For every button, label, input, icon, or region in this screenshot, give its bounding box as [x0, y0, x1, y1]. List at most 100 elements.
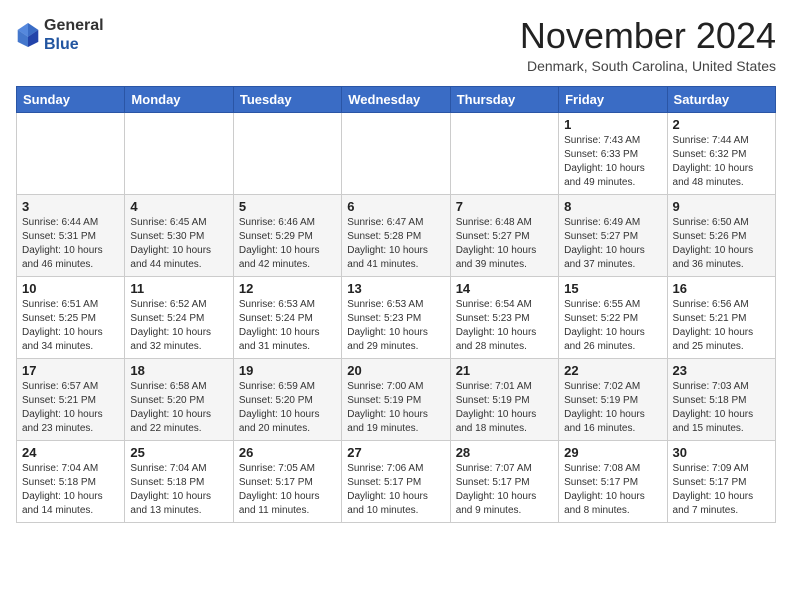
logo-general: General [44, 16, 104, 35]
title-block: November 2024 Denmark, South Carolina, U… [520, 16, 776, 74]
calendar-cell [17, 112, 125, 194]
weekday-header: Wednesday [342, 86, 450, 112]
calendar-cell: 9Sunrise: 6:50 AM Sunset: 5:26 PM Daylig… [667, 194, 775, 276]
day-info: Sunrise: 6:52 AM Sunset: 5:24 PM Dayligh… [130, 298, 227, 354]
day-info: Sunrise: 6:47 AM Sunset: 5:28 PM Dayligh… [347, 216, 444, 272]
calendar-cell: 17Sunrise: 6:57 AM Sunset: 5:21 PM Dayli… [17, 358, 125, 440]
day-info: Sunrise: 7:04 AM Sunset: 5:18 PM Dayligh… [22, 462, 119, 518]
day-info: Sunrise: 7:00 AM Sunset: 5:19 PM Dayligh… [347, 380, 444, 436]
weekday-header: Thursday [450, 86, 558, 112]
calendar-cell: 5 Sunrise: 6:46 AM Sunset: 5:29 PM Daylig… [233, 194, 341, 276]
calendar-cell: 15 Sunrise: 6:55 AM Sunset: 5:22 PM Dayli… [559, 276, 667, 358]
calendar-cell [233, 112, 341, 194]
calendar-week-row: 24 Sunrise: 7:04 AM Sunset: 5:18 PM Dayli… [17, 440, 776, 522]
day-info: Sunrise: 7:43 AM Sunset: 6:33 PM Dayligh… [564, 134, 661, 190]
weekday-header: Sunday [17, 86, 125, 112]
calendar-cell: 11 Sunrise: 6:52 AM Sunset: 5:24 PM Dayli… [125, 276, 233, 358]
day-number: 1 [564, 117, 661, 132]
calendar-cell: 14Sunrise: 6:54 AM Sunset: 5:23 PM Dayli… [450, 276, 558, 358]
day-number: 30 [673, 445, 770, 460]
header: General Blue November 2024 Denmark, Sout… [16, 16, 776, 74]
day-info: Sunrise: 7:09 AM Sunset: 5:17 PM Dayligh… [673, 462, 770, 518]
logo-blue: Blue [44, 35, 104, 54]
day-number: 14 [456, 281, 553, 296]
calendar-cell: 23Sunrise: 7:03 AM Sunset: 5:18 PM Dayli… [667, 358, 775, 440]
month-title: November 2024 [520, 16, 776, 56]
day-info: Sunrise: 7:04 AM Sunset: 5:18 PM Dayligh… [130, 462, 227, 518]
day-number: 17 [22, 363, 119, 378]
weekday-header: Saturday [667, 86, 775, 112]
day-info: Sunrise: 6:56 AM Sunset: 5:21 PM Dayligh… [673, 298, 770, 354]
calendar-cell: 30 Sunrise: 7:09 AM Sunset: 5:17 PM Dayli… [667, 440, 775, 522]
day-number: 5 [239, 199, 336, 214]
calendar-cell: 19Sunrise: 6:59 AM Sunset: 5:20 PM Dayli… [233, 358, 341, 440]
weekday-header: Friday [559, 86, 667, 112]
calendar-cell: 22 Sunrise: 7:02 AM Sunset: 5:19 PM Dayli… [559, 358, 667, 440]
day-number: 3 [22, 199, 119, 214]
day-number: 25 [130, 445, 227, 460]
day-info: Sunrise: 7:02 AM Sunset: 5:19 PM Dayligh… [564, 380, 661, 436]
day-info: Sunrise: 7:01 AM Sunset: 5:19 PM Dayligh… [456, 380, 553, 436]
day-info: Sunrise: 6:59 AM Sunset: 5:20 PM Dayligh… [239, 380, 336, 436]
day-number: 22 [564, 363, 661, 378]
calendar-cell: 20 Sunrise: 7:00 AM Sunset: 5:19 PM Dayli… [342, 358, 450, 440]
day-number: 20 [347, 363, 444, 378]
day-number: 29 [564, 445, 661, 460]
day-number: 24 [22, 445, 119, 460]
calendar-cell: 6 Sunrise: 6:47 AM Sunset: 5:28 PM Daylig… [342, 194, 450, 276]
calendar-cell [342, 112, 450, 194]
day-info: Sunrise: 7:06 AM Sunset: 5:17 PM Dayligh… [347, 462, 444, 518]
calendar-cell [125, 112, 233, 194]
calendar-cell: 4Sunrise: 6:45 AM Sunset: 5:30 PM Daylig… [125, 194, 233, 276]
location: Denmark, South Carolina, United States [520, 58, 776, 74]
day-info: Sunrise: 6:58 AM Sunset: 5:20 PM Dayligh… [130, 380, 227, 436]
calendar-cell: 2 Sunrise: 7:44 AM Sunset: 6:32 PM Daylig… [667, 112, 775, 194]
calendar-week-row: 3 Sunrise: 6:44 AM Sunset: 5:31 PM Daylig… [17, 194, 776, 276]
day-number: 23 [673, 363, 770, 378]
weekday-header: Tuesday [233, 86, 341, 112]
day-number: 11 [130, 281, 227, 296]
calendar-week-row: 10Sunrise: 6:51 AM Sunset: 5:25 PM Dayli… [17, 276, 776, 358]
calendar-cell: 3 Sunrise: 6:44 AM Sunset: 5:31 PM Daylig… [17, 194, 125, 276]
day-number: 4 [130, 199, 227, 214]
day-number: 26 [239, 445, 336, 460]
day-number: 15 [564, 281, 661, 296]
calendar-cell: 13Sunrise: 6:53 AM Sunset: 5:23 PM Dayli… [342, 276, 450, 358]
day-number: 16 [673, 281, 770, 296]
day-info: Sunrise: 6:44 AM Sunset: 5:31 PM Dayligh… [22, 216, 119, 272]
calendar-cell: 21 Sunrise: 7:01 AM Sunset: 5:19 PM Dayli… [450, 358, 558, 440]
calendar-cell: 28Sunrise: 7:07 AM Sunset: 5:17 PM Dayli… [450, 440, 558, 522]
day-number: 21 [456, 363, 553, 378]
calendar-cell: 8 Sunrise: 6:49 AM Sunset: 5:27 PM Daylig… [559, 194, 667, 276]
calendar-cell: 18 Sunrise: 6:58 AM Sunset: 5:20 PM Dayli… [125, 358, 233, 440]
day-info: Sunrise: 6:53 AM Sunset: 5:23 PM Dayligh… [347, 298, 444, 354]
day-number: 2 [673, 117, 770, 132]
day-info: Sunrise: 6:53 AM Sunset: 5:24 PM Dayligh… [239, 298, 336, 354]
day-number: 18 [130, 363, 227, 378]
day-info: Sunrise: 7:44 AM Sunset: 6:32 PM Dayligh… [673, 134, 770, 190]
logo-text: General Blue [44, 16, 104, 54]
calendar-cell: 12 Sunrise: 6:53 AM Sunset: 5:24 PM Dayli… [233, 276, 341, 358]
calendar-cell: 24 Sunrise: 7:04 AM Sunset: 5:18 PM Dayli… [17, 440, 125, 522]
day-info: Sunrise: 6:49 AM Sunset: 5:27 PM Dayligh… [564, 216, 661, 272]
day-info: Sunrise: 6:46 AM Sunset: 5:29 PM Dayligh… [239, 216, 336, 272]
day-number: 12 [239, 281, 336, 296]
day-number: 28 [456, 445, 553, 460]
day-number: 27 [347, 445, 444, 460]
weekday-header: Monday [125, 86, 233, 112]
calendar-cell [450, 112, 558, 194]
calendar-cell: 27 Sunrise: 7:06 AM Sunset: 5:17 PM Dayli… [342, 440, 450, 522]
calendar-cell: 7Sunrise: 6:48 AM Sunset: 5:27 PM Daylig… [450, 194, 558, 276]
calendar-week-row: 17Sunrise: 6:57 AM Sunset: 5:21 PM Dayli… [17, 358, 776, 440]
day-number: 6 [347, 199, 444, 214]
day-number: 9 [673, 199, 770, 214]
day-info: Sunrise: 7:08 AM Sunset: 5:17 PM Dayligh… [564, 462, 661, 518]
day-info: Sunrise: 6:51 AM Sunset: 5:25 PM Dayligh… [22, 298, 119, 354]
day-info: Sunrise: 7:05 AM Sunset: 5:17 PM Dayligh… [239, 462, 336, 518]
calendar-cell: 16 Sunrise: 6:56 AM Sunset: 5:21 PM Dayli… [667, 276, 775, 358]
calendar-cell: 1 Sunrise: 7:43 AM Sunset: 6:33 PM Daylig… [559, 112, 667, 194]
calendar-cell: 26 Sunrise: 7:05 AM Sunset: 5:17 PM Dayli… [233, 440, 341, 522]
day-number: 8 [564, 199, 661, 214]
day-info: Sunrise: 6:55 AM Sunset: 5:22 PM Dayligh… [564, 298, 661, 354]
logo: General Blue [16, 16, 104, 54]
